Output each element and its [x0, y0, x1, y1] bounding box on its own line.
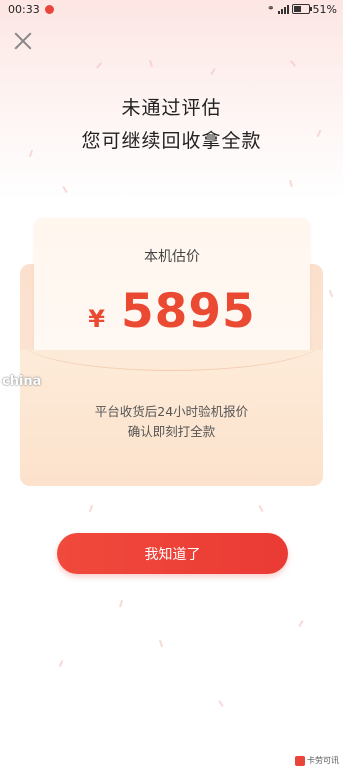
signal-icon: [277, 4, 289, 14]
wifi-icon: ⚭: [267, 4, 275, 14]
estimate-note-2: 确认即刻打全款: [127, 424, 216, 439]
battery-icon: [291, 4, 312, 14]
close-icon[interactable]: [10, 28, 36, 54]
battery-fill: [293, 6, 301, 12]
confetti-piece: [88, 504, 94, 513]
acknowledge-button[interactable]: 我知道了: [57, 533, 288, 574]
result-subtitle: 您可继续回收拿全款: [81, 130, 262, 152]
confetti-piece: [210, 67, 216, 76]
confetti-piece: [58, 659, 64, 668]
estimate-price: ¥ 5895: [34, 284, 310, 339]
confetti-piece: [148, 59, 154, 68]
estimate-label: 本机估价: [144, 249, 200, 265]
confetti-piece: [95, 62, 103, 69]
confetti-piece: [158, 639, 164, 648]
confetti-piece: [289, 179, 293, 188]
status-time: 00:33: [8, 2, 40, 16]
confetti-piece: [119, 599, 123, 608]
logo-icon: [295, 755, 305, 766]
notification-icon: [44, 4, 54, 14]
confetti-piece: [258, 504, 264, 513]
corner-logo: 卡劳可讯: [295, 755, 339, 766]
status-bar: 00:33 ⚭ 51%: [0, 0, 343, 18]
envelope-fold: [20, 350, 323, 371]
corner-logo-text: 卡劳可讯: [307, 756, 339, 765]
result-title: 未通过评估: [121, 97, 222, 119]
watermark-text: china: [2, 374, 42, 389]
confetti-piece: [62, 185, 68, 194]
currency-symbol: ¥: [88, 305, 105, 333]
estimate-note-1: 平台收货后24小时验机报价: [94, 404, 249, 419]
confetti-piece: [298, 619, 304, 628]
battery-percent: 51%: [312, 2, 337, 16]
confetti-piece: [218, 700, 224, 707]
estimate-amount: 5895: [120, 284, 256, 339]
confetti-piece: [289, 60, 297, 67]
confetti-piece: [328, 289, 334, 298]
